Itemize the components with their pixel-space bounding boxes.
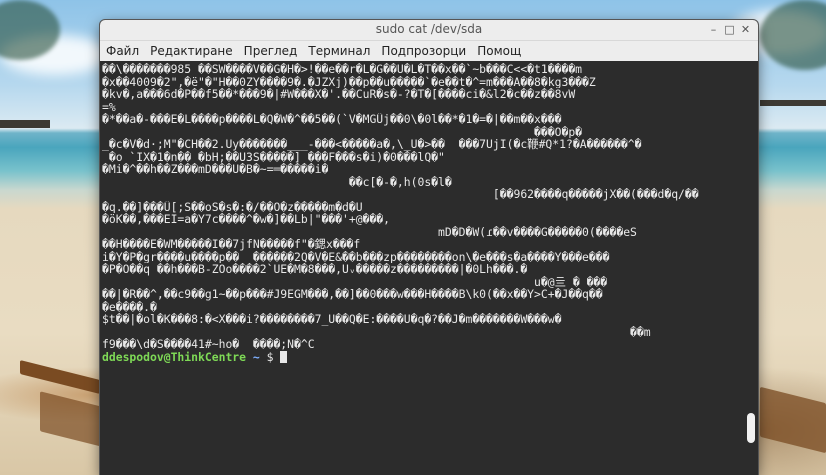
wallpaper-pier [760,100,826,106]
output-line: �Mi�^��h��Z���mD���U�B�~=═�����i� [102,163,329,176]
prompt-path: ~ [252,350,260,363]
menu-bar: Файл Редактиране Преглед Терминал Подпро… [100,41,758,62]
wallpaper-pier [0,120,50,128]
terminal-output[interactable]: ��\�������985 ��SW����V��G�H�>!��e��r�L�… [100,61,744,475]
maximize-icon[interactable]: □ [723,24,736,37]
scrollbar-thumb[interactable] [747,413,755,443]
output-line: $t��|�ol�K���8:�<X���i?��������7_U��Q�E:… [102,313,562,326]
output-line: ��\�������985 ��SW����V��G�H�>!��e��r�L�… [102,63,583,76]
text-cursor [280,350,288,363]
output-line: �q.��]���Û[;S��oS�s�:�/��O�z�����m�d�U [102,200,363,213]
output-line: i�Y�P�gr����u����p�� ������2Q�V�E&��b���… [102,250,610,263]
terminal-window: sudo cat /dev/sda – □ ✕ Файл Редактиране… [100,20,758,475]
output-line: f9���\d�S����41#~ho� ����;N�^C [102,338,315,351]
prompt-symbol: $ [266,350,274,363]
output-line: mD�D�W(ɾ��v����G�����0(����eS [102,225,637,238]
prompt-line[interactable]: ddespodov@ThinkCentre ~ $ [102,350,744,364]
close-icon[interactable]: ✕ [739,24,752,37]
output-line: �e����.� [102,300,157,313]
menu-tabs[interactable]: Подпрозорци [381,44,466,58]
output-line: [��962����q�����jX��(���d�q/�� [102,188,699,201]
output-line: �P�O��q ��h���B-ZOo����2`UE�M�8���,Uᵥ���… [102,263,528,276]
terminal-scrollbar[interactable] [744,61,758,475]
menu-view[interactable]: Преглед [244,44,298,58]
menu-help[interactable]: Помощ [477,44,521,58]
output-line: =% [102,100,116,113]
output-line: ��|�R��^,��c9��g1~��p���#J9EGM���,��]��0… [102,288,603,301]
window-title: sudo cat /dev/sda [375,22,483,36]
output-line: ��m [102,325,651,338]
window-titlebar[interactable]: sudo cat /dev/sda – □ ✕ [100,20,758,41]
output-line: �o `IX�1�n�� �bH;��U3S�����] ���F���s�i)… [102,150,445,163]
output-line: �x��4009�2",�ë"�"H��0ZY����9�.�JZXj)��p�… [102,75,596,88]
output-line: _�c�V�d·;M"�CH��2.Uy�������___-���<�����… [102,138,642,151]
wallpaper-chair [760,386,826,454]
menu-edit[interactable]: Редактиране [150,44,233,58]
output-line: ��H����E�WM�����I��7jfN�����f"�鍶x���f [102,238,361,251]
wallpaper-chair [20,360,100,394]
output-line: �kv�,a���6d�P��f5��*���9�|#W���X�'.��CuR… [102,88,576,101]
menu-terminal[interactable]: Терминал [308,44,370,58]
output-line: ���O�p� [102,125,583,138]
output-line: ��c[�-�,h(0s�l� [102,175,452,188]
menu-file[interactable]: Файл [106,44,139,58]
minimize-icon[interactable]: – [707,24,720,37]
output-line: u�@亖 � ��� [102,275,608,288]
prompt-user-host: ddespodov@ThinkCentre [102,350,247,363]
output-line: �öK��,���EI=a�Y7c����^�w�]��Lb|"���'+@��… [102,213,391,226]
output-line: �*��a�-���E�L����p����L�Q�W�^��5��(`V�MG… [102,113,562,126]
